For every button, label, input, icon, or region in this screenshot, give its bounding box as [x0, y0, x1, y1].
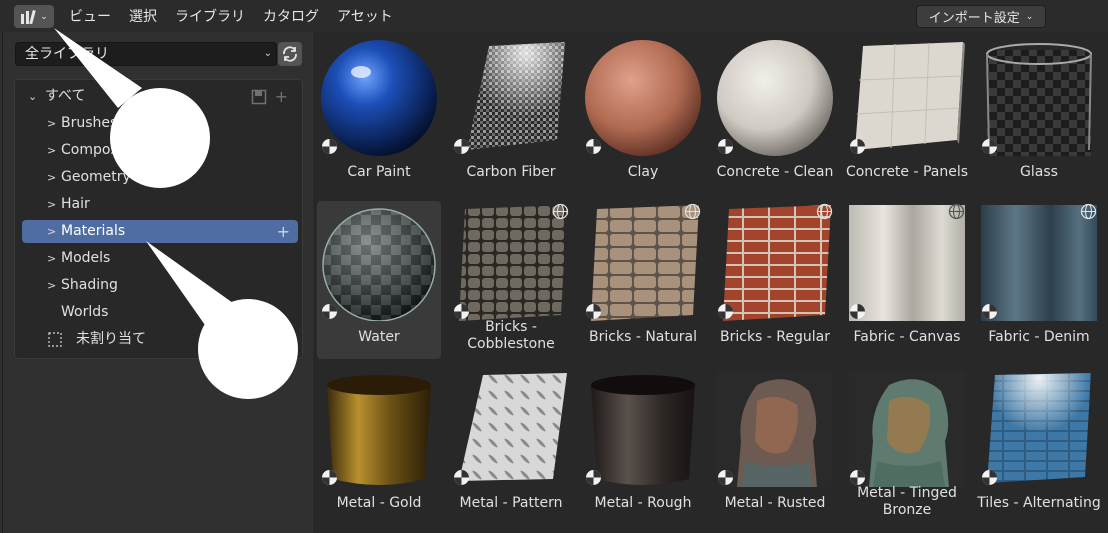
callout-bubble-2	[198, 299, 298, 399]
asset-tile-glass[interactable]: Glass	[977, 36, 1101, 194]
asset-thumbnail	[849, 205, 965, 321]
asset-tile-bricks-cobblestone[interactable]: Bricks - Cobblestone	[449, 201, 573, 359]
material-badge-icon	[454, 470, 469, 485]
asset-label: Fabric - Denim	[988, 329, 1090, 345]
asset-thumbnail	[321, 205, 437, 321]
asset-tile-metal-pattern[interactable]: Metal - Pattern	[449, 367, 573, 525]
asset-thumbnail	[717, 40, 833, 156]
asset-thumbnail	[321, 40, 437, 156]
menu-asset[interactable]: アセット	[328, 6, 402, 26]
asset-thumbnail	[453, 40, 569, 156]
asset-thumbnail	[453, 205, 569, 321]
material-badge-icon	[586, 139, 601, 154]
asset-label: Metal - Rusted	[724, 495, 826, 511]
asset-thumbnail	[981, 205, 1097, 321]
material-badge-icon	[586, 470, 601, 485]
asset-label: Bricks - Cobblestone	[467, 319, 555, 352]
import-settings-button[interactable]: インポート設定 ⌄	[916, 5, 1046, 28]
globe-icon	[816, 203, 833, 220]
material-badge-icon	[718, 304, 733, 319]
material-badge-icon	[850, 470, 865, 485]
asset-label: Car Paint	[347, 164, 411, 180]
asset-grid: Car Paint Carbon Fiber Clay Concrete - C…	[313, 32, 1108, 533]
asset-thumbnail	[321, 371, 437, 487]
asset-label: Metal - Rough	[594, 495, 692, 511]
asset-tile-carbon-fiber[interactable]: Carbon Fiber	[449, 36, 573, 194]
asset-label: Clay	[627, 164, 659, 180]
asset-thumbnail	[453, 371, 569, 487]
asset-label: Bricks - Natural	[589, 329, 697, 345]
material-badge-icon	[586, 304, 601, 319]
asset-tile-metal-tinged-bronze[interactable]: Metal - Tinged Bronze	[845, 367, 969, 525]
asset-tile-concrete-panels[interactable]: Concrete - Panels	[845, 36, 969, 194]
asset-tile-bricks-regular[interactable]: Bricks - Regular	[713, 201, 837, 359]
material-badge-icon	[850, 304, 865, 319]
asset-tile-bricks-natural[interactable]: Bricks - Natural	[581, 201, 705, 359]
asset-tile-metal-rusted[interactable]: Metal - Rusted	[713, 367, 837, 525]
asset-label: Tiles - Alternating	[977, 495, 1101, 511]
asset-thumbnail	[981, 40, 1097, 156]
asset-label: Metal - Tinged Bronze	[857, 485, 957, 518]
material-badge-icon	[718, 139, 733, 154]
asset-label: Bricks - Regular	[720, 329, 830, 345]
asset-tile-tiles-alternating[interactable]: Tiles - Alternating	[977, 367, 1101, 525]
material-badge-icon	[322, 470, 337, 485]
asset-label: Carbon Fiber	[466, 164, 556, 180]
asset-label: Fabric - Canvas	[853, 329, 961, 345]
asset-thumbnail	[585, 371, 701, 487]
import-settings-label: インポート設定	[928, 11, 1020, 26]
asset-label: Concrete - Clean	[716, 164, 834, 180]
asset-thumbnail	[981, 371, 1097, 487]
asset-thumbnail	[849, 40, 965, 156]
asset-tile-water[interactable]: Water	[317, 201, 441, 359]
asset-thumbnail	[585, 205, 701, 321]
material-badge-icon	[850, 139, 865, 154]
material-badge-icon	[454, 139, 469, 154]
asset-tile-concrete-clean[interactable]: Concrete - Clean	[713, 36, 837, 194]
material-badge-icon	[322, 139, 337, 154]
asset-thumbnail	[717, 371, 833, 487]
asset-tile-car-paint[interactable]: Car Paint	[317, 36, 441, 194]
asset-tile-fabric-denim[interactable]: Fabric - Denim	[977, 201, 1101, 359]
material-badge-icon	[322, 304, 337, 319]
callout-annotations	[54, 28, 298, 399]
chevron-down-icon: ⌄	[1025, 11, 1034, 22]
asset-label: Water	[358, 329, 400, 345]
asset-tile-clay[interactable]: Clay	[581, 36, 705, 194]
globe-icon	[1080, 203, 1097, 220]
globe-icon	[684, 203, 701, 220]
asset-thumbnail	[849, 371, 965, 487]
asset-tile-metal-rough[interactable]: Metal - Rough	[581, 367, 705, 525]
material-badge-icon	[718, 470, 733, 485]
asset-label: Concrete - Panels	[845, 164, 969, 180]
asset-tile-metal-gold[interactable]: Metal - Gold	[317, 367, 441, 525]
asset-label: Metal - Pattern	[459, 495, 563, 511]
asset-thumbnail	[717, 205, 833, 321]
callout-pointer-1	[54, 28, 142, 108]
material-badge-icon	[454, 304, 469, 319]
globe-icon	[552, 203, 569, 220]
material-badge-icon	[982, 304, 997, 319]
material-badge-icon	[982, 470, 997, 485]
asset-thumbnail	[585, 40, 701, 156]
callout-bubble-1	[110, 88, 210, 188]
asset-tile-fabric-canvas[interactable]: Fabric - Canvas	[845, 201, 969, 359]
material-badge-icon	[982, 139, 997, 154]
asset-label: Metal - Gold	[336, 495, 422, 511]
asset-label: Glass	[1020, 164, 1058, 180]
globe-icon	[948, 203, 965, 220]
